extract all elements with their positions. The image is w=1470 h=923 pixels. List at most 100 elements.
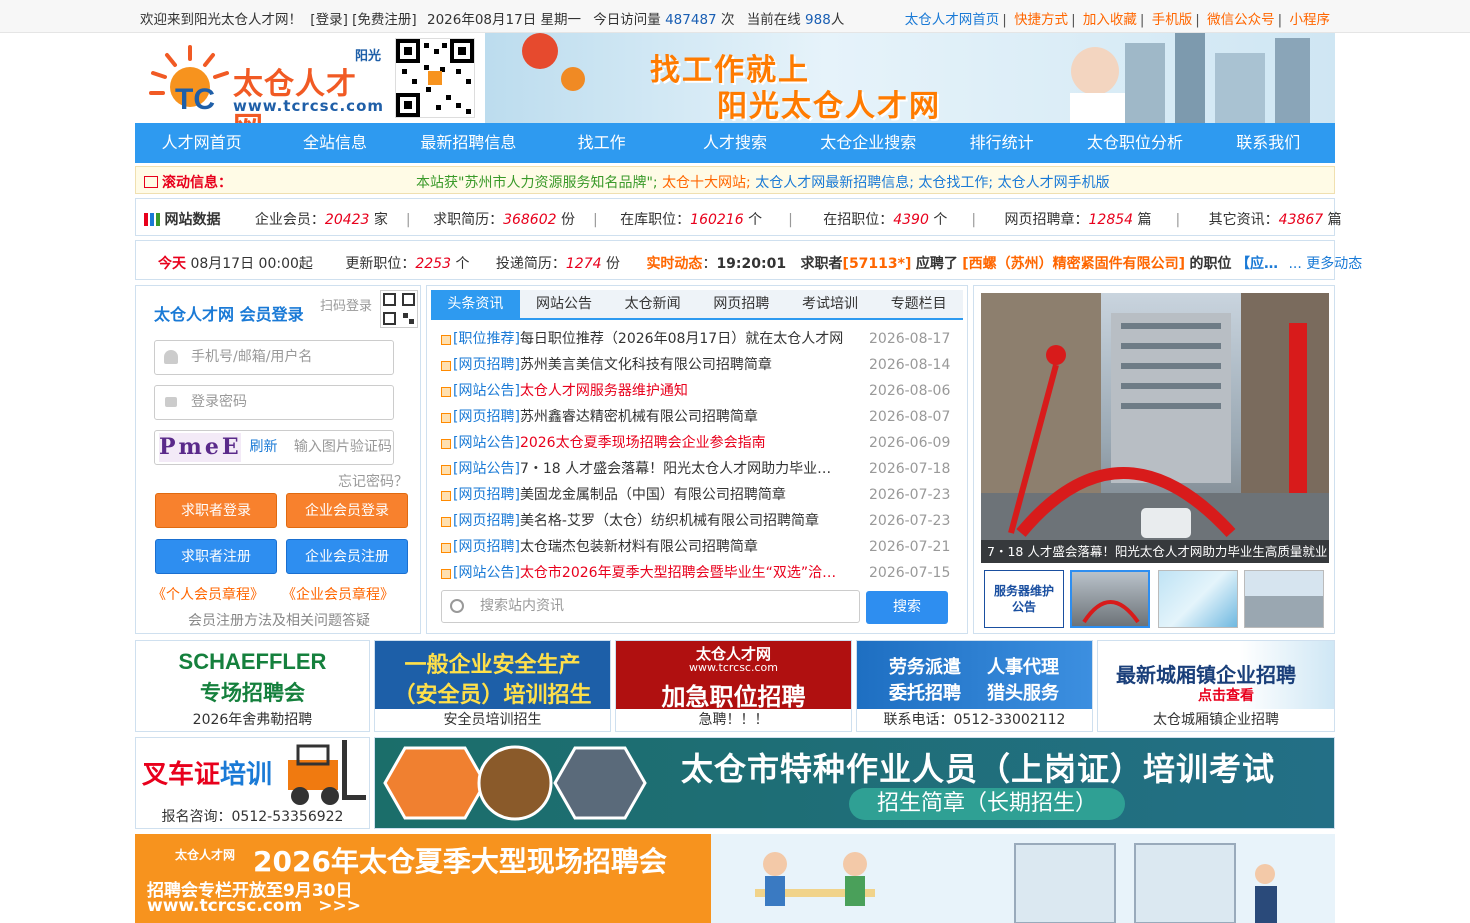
tab-topics[interactable]: 专题栏目 [874,290,963,318]
news-title[interactable]: 太仓瑞杰包装新材料有限公司招聘简章 [520,539,758,555]
nav-job-analysis[interactable]: 太仓职位分析 [1068,123,1201,163]
slide-thumb-4[interactable] [1244,570,1324,628]
online-label: 当前在线 [746,12,801,28]
news-item[interactable]: [网站公告]7・18 人才盛会落幕！阳光太仓人才网助力毕业… 2026-07-18 [439,456,959,482]
header-banner[interactable]: 找工作就上 阳光太仓人才网 [485,33,1335,123]
news-title[interactable]: 7・18 人才盛会落幕！阳光太仓人才网助力毕业… [520,461,831,477]
captcha-input[interactable]: 输入图片验证码 [294,439,392,455]
site-logo[interactable]: TC 阳光 太仓人才网 www.tcrcsc.com [145,41,385,146]
scroll-msg-4[interactable]: 太仓找工作; [918,175,993,191]
ad-special-operations[interactable]: 太仓市特种作业人员（上岗证）培训考试 招生简章（长期招生） [374,737,1335,829]
mobile-link[interactable]: 手机版 [1152,12,1193,28]
news-title[interactable]: 太仓市2026年夏季大型招聘会暨毕业生“双选”洽… [520,565,836,581]
scroll-msg-5[interactable]: 太仓人才网手机版 [998,175,1110,191]
news-title[interactable]: 美固龙金属制品（中国）有限公司招聘简章 [520,487,786,503]
news-title[interactable]: 苏州鑫睿达精密机械有限公司招聘简章 [520,409,758,425]
news-title[interactable]: 2026太仓夏季现场招聘会企业参会指南 [520,435,766,451]
nav-latest-jobs[interactable]: 最新招聘信息 [402,123,535,163]
news-category[interactable]: [网页招聘] [453,539,520,555]
nav-find-job[interactable]: 找工作 [535,123,668,163]
news-item[interactable]: [网页招聘]美名格-艾罗（太仓）纺织机械有限公司招聘简章 2026-07-23 [439,508,959,534]
ad-fair-logo: 太仓人才网 [175,848,236,862]
slide-thumb-1[interactable]: 服务器维护公告 [984,570,1064,628]
seeker-login-button[interactable]: 求职者登录 [155,493,277,528]
enterprise-login-button[interactable]: 企业会员登录 [286,493,408,528]
news-title[interactable]: 太仓人才网服务器维护通知 [520,383,688,399]
enterprise-register-button[interactable]: 企业会员注册 [286,539,408,574]
applied-text: 应聘了 [915,256,958,272]
personal-rules-link[interactable]: 《个人会员章程》 [152,584,264,604]
tab-training[interactable]: 考试培训 [786,290,875,318]
visits-unit: 次 [720,12,735,28]
nav-home[interactable]: 人才网首页 [135,123,268,163]
ad-chengxiang-jobs[interactable]: 最新城厢镇企业招聘 点击查看 太仓城厢镇企业招聘 [1097,640,1335,732]
username-input[interactable]: 手机号/邮箱/用户名 [154,340,394,375]
news-category[interactable]: [网页招聘] [453,513,520,529]
news-title[interactable]: 每日职位推荐（2026年08月17日）就在太仓人才网 [520,331,843,347]
ad-safety-training[interactable]: 一般企业安全生产 （安全员）培训招生 安全员培训招生 [374,640,611,732]
shortcut-link[interactable]: 快捷方式 [1014,12,1068,28]
nav-all-info[interactable]: 全站信息 [268,123,401,163]
news-item[interactable]: [职位推荐]每日职位推荐（2026年08月17日）就在太仓人才网 2026-08-… [439,326,959,352]
login-link[interactable]: [登录] [310,12,348,28]
seeker-register-button[interactable]: 求职者注册 [155,539,277,574]
applied-job[interactable]: 【应… [1236,256,1278,272]
tab-headlines[interactable]: 头条资讯 [431,290,520,318]
news-category[interactable]: [网页招聘] [453,409,520,425]
ad-urgent-url: www.tcrcsc.com [689,661,778,674]
nav-contact[interactable]: 联系我们 [1202,123,1335,163]
slide-thumb-2[interactable] [1070,570,1150,628]
news-item[interactable]: [网页招聘]苏州美言美信文化科技有限公司招聘简章 2026-08-14 [439,352,959,378]
more-activity-link[interactable]: ... 更多动态 [1288,256,1362,272]
news-category[interactable]: [网站公告] [453,435,520,451]
news-item[interactable]: [网站公告]太仓人才网服务器维护通知 2026-08-06 [439,378,959,404]
ad-urgent-jobs[interactable]: 太仓人才网 www.tcrcsc.com 加急职位招聘 急聘！！！ [615,640,852,732]
news-search-input[interactable]: 搜索站内资讯 [441,590,860,623]
captcha-image[interactable]: PmeE [159,433,241,462]
scroll-msg-2[interactable]: 太仓十大网站; [662,175,751,191]
news-category[interactable]: [职位推荐] [453,331,520,347]
favorite-link[interactable]: 加入收藏 [1083,12,1137,28]
news-title[interactable]: 苏州美言美信文化科技有限公司招聘简章 [520,357,772,373]
password-input[interactable]: 登录密码 [154,385,394,420]
news-search-button[interactable]: 搜索 [866,591,948,624]
news-category[interactable]: [网站公告] [453,461,520,477]
nav-rankings[interactable]: 排行统计 [935,123,1068,163]
captcha-refresh[interactable]: 刷新 [249,439,277,455]
news-item[interactable]: [网站公告]2026太仓夏季现场招聘会企业参会指南 2026-06-09 [439,430,959,456]
tab-web-recruit[interactable]: 网页招聘 [697,290,786,318]
news-category[interactable]: [网站公告] [453,383,520,399]
wechat-link[interactable]: 微信公众号 [1207,12,1275,28]
register-link[interactable]: [免费注册] [352,12,417,28]
news-title[interactable]: 美名格-艾罗（太仓）纺织机械有限公司招聘简章 [520,513,819,529]
news-item[interactable]: [网页招聘]太仓瑞杰包装新材料有限公司招聘简章 2026-07-21 [439,534,959,560]
qr-login-icon[interactable] [380,290,418,328]
home-link[interactable]: 太仓人才网首页 [905,12,1000,28]
scroll-msg-1[interactable]: 本站获"苏州市人力资源服务知名品牌"; [416,175,658,191]
enterprise-rules-link[interactable]: 《企业会员章程》 [282,584,394,604]
register-help-link[interactable]: 会员注册方法及相关问题答疑 [188,610,370,630]
ad-summer-job-fair[interactable]: 太仓人才网 2026年太仓夏季大型现场招聘会 招聘会专栏开放至9月30日 www… [135,834,1335,923]
qr-login-label[interactable]: 扫码登录 [320,295,372,314]
news-item[interactable]: [网页招聘]苏州鑫睿达精密机械有限公司招聘简章 2026-08-07 [439,404,959,430]
ad-schaeffler[interactable]: SCHAEFFLER 专场招聘会 2026年舍弗勒招聘 [135,640,370,732]
tab-announcements[interactable]: 网站公告 [520,290,609,318]
forgot-password-link[interactable]: 忘记密码？ [338,471,408,491]
ad-hr-services[interactable]: 劳务派遣 人事代理 委托招聘 猎头服务 联系电话：0512-33002112 [856,640,1093,732]
ad-hr-caption: 联系电话：0512-33002112 [857,709,1092,731]
news-item[interactable]: [网站公告]太仓市2026年夏季大型招聘会暨毕业生“双选”洽… 2026-07-1… [439,560,959,586]
scroll-msg-3[interactable]: 太仓人才网最新招聘信息; [755,175,914,191]
news-date: 2026-07-23 [869,487,951,503]
news-category[interactable]: [网站公告] [453,565,520,581]
news-category[interactable]: [网页招聘] [453,487,520,503]
slide-image[interactable] [981,293,1329,563]
nav-company-search[interactable]: 太仓企业搜索 [802,123,935,163]
applied-company[interactable]: [西螺（苏州）精密紧固件有限公司] [962,256,1185,272]
slide-thumb-3[interactable] [1158,570,1238,628]
news-category[interactable]: [网页招聘] [453,357,520,373]
nav-talent-search[interactable]: 人才搜索 [668,123,801,163]
tab-local-news[interactable]: 太仓新闻 [608,290,697,318]
ad-forklift-training[interactable]: 叉车证培训 报名咨询：0512-53356922 [135,737,370,829]
news-item[interactable]: [网页招聘]美固龙金属制品（中国）有限公司招聘简章 2026-07-23 [439,482,959,508]
miniprogram-link[interactable]: 小程序 [1290,12,1331,28]
